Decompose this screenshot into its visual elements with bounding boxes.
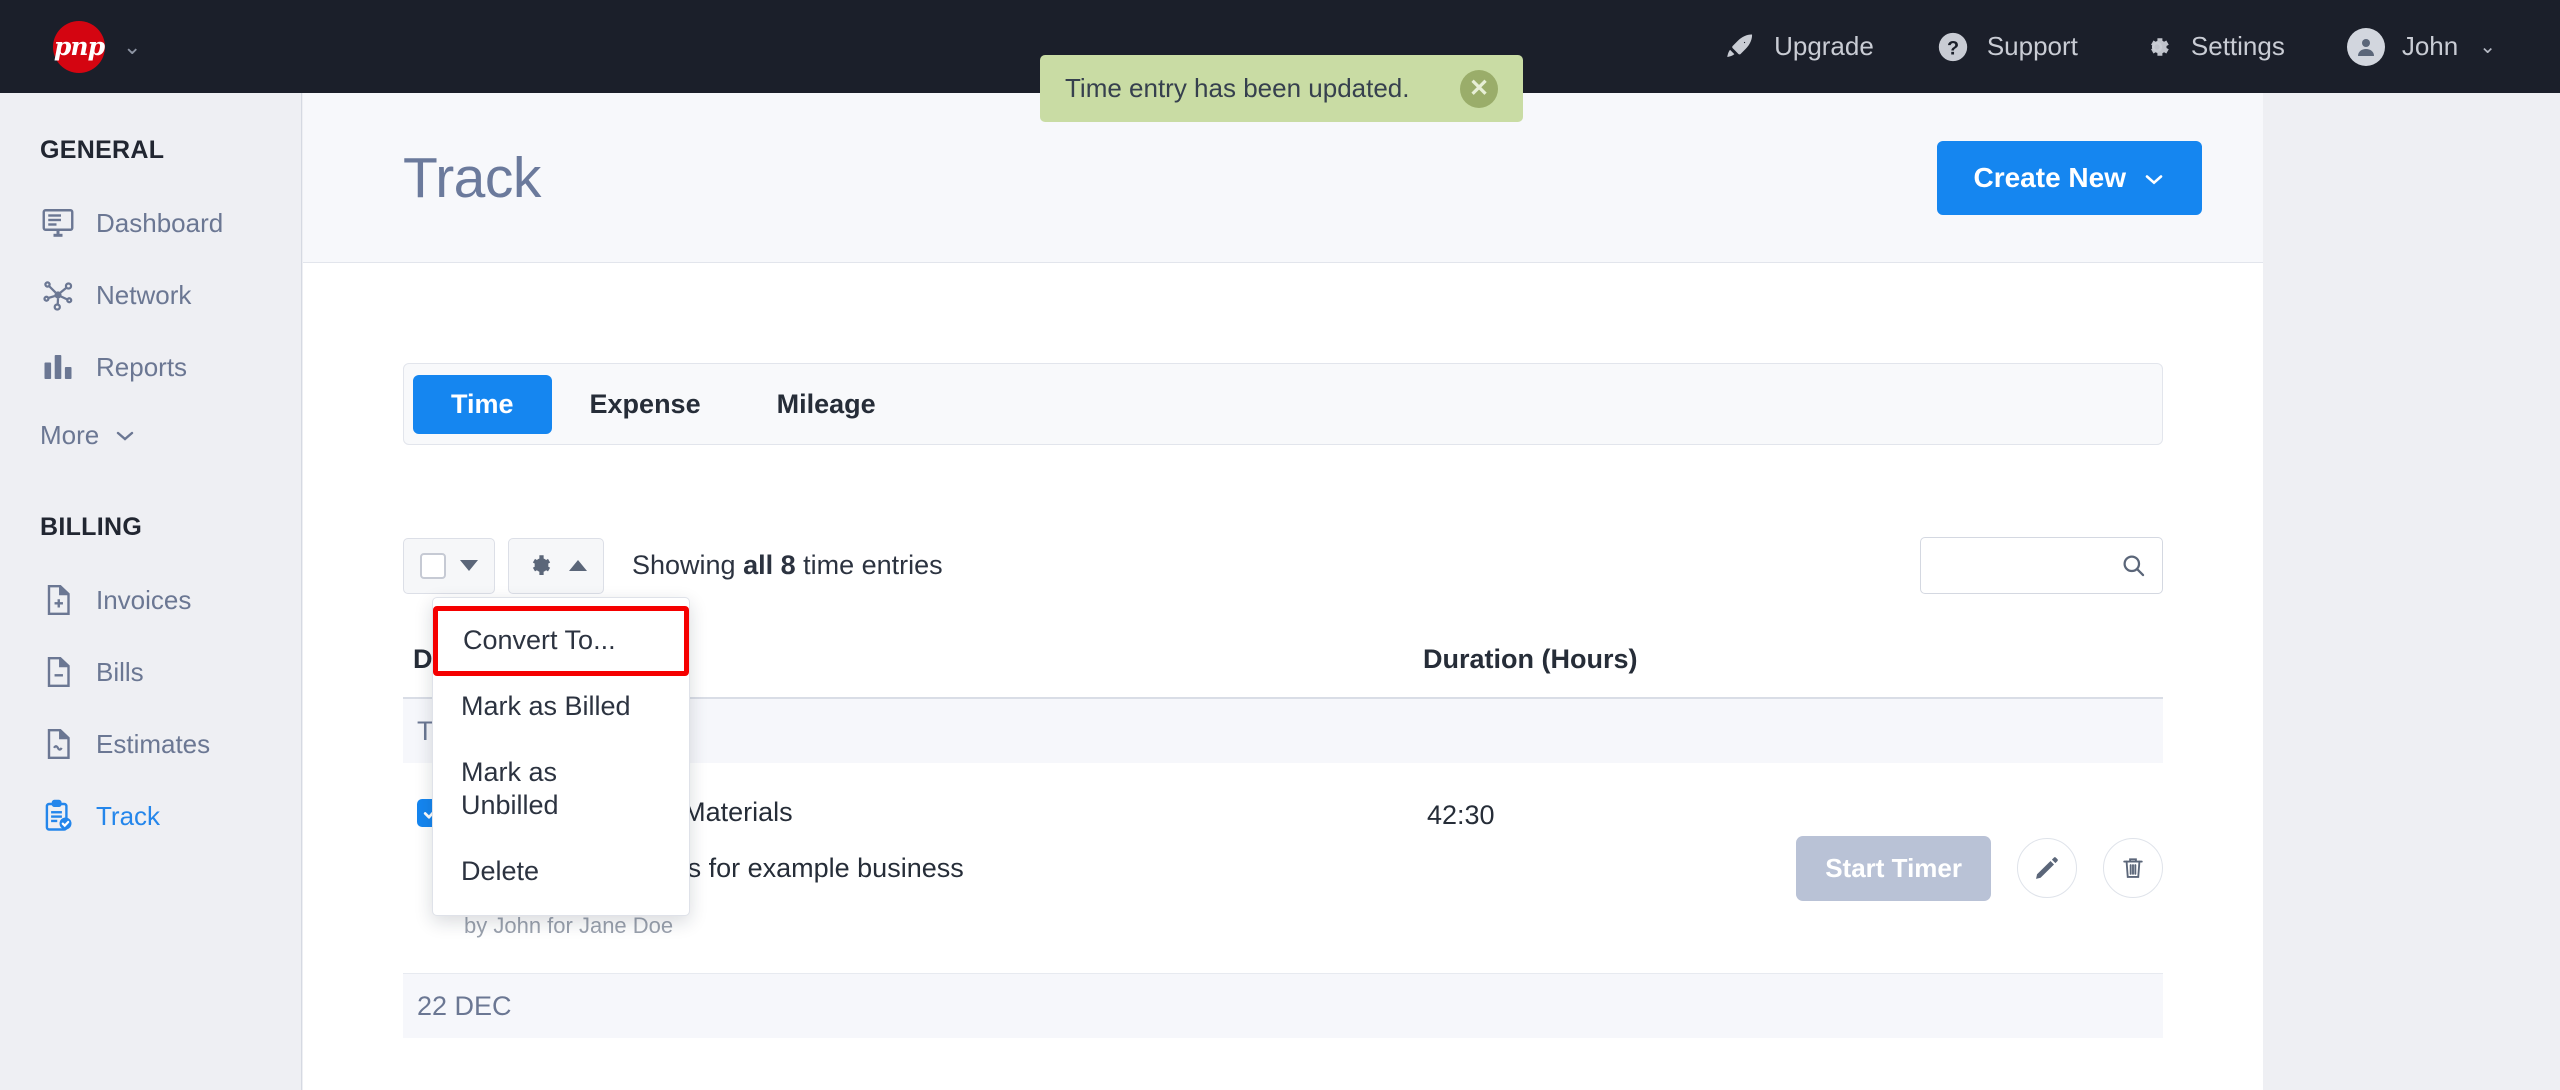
- sidebar-spacer: [0, 467, 301, 513]
- start-timer-button[interactable]: Start Timer: [1796, 836, 1991, 901]
- sidebar-item-dashboard[interactable]: Dashboard: [0, 187, 301, 259]
- create-new-button[interactable]: Create New: [1937, 141, 2202, 215]
- toast-message: Time entry has been updated.: [1065, 73, 1460, 104]
- pencil-icon: [2033, 854, 2061, 882]
- menu-item-delete[interactable]: Delete: [433, 839, 689, 905]
- date-group-header: 22 DEC: [403, 974, 2163, 1038]
- chevron-down-icon: [460, 560, 478, 571]
- sidebar-item-label: Dashboard: [96, 208, 223, 239]
- document-minus-icon: [40, 654, 76, 690]
- nav-item-upgrade[interactable]: Upgrade: [1723, 30, 1874, 64]
- document-plus-icon: [40, 582, 76, 618]
- clipboard-check-icon: [40, 798, 76, 834]
- pnp-logo-icon: pnp: [53, 21, 105, 73]
- showing-count-text: Showing all 8 time entries: [632, 550, 943, 581]
- select-all-checkbox[interactable]: [420, 553, 446, 579]
- entry-type-tabs: Time Expense Mileage: [403, 363, 2163, 445]
- nav-item-settings[interactable]: Settings: [2140, 30, 2285, 64]
- document-tilde-icon: [40, 726, 76, 762]
- track-content: Time Expense Mileage: [303, 263, 2263, 1038]
- page-title: Track: [403, 145, 541, 211]
- sidebar-item-network[interactable]: Network: [0, 259, 301, 331]
- gear-icon: [2140, 30, 2174, 64]
- chevron-down-icon: [2142, 162, 2166, 194]
- trash-icon: [2119, 854, 2147, 882]
- menu-item-convert-to[interactable]: Convert To...: [435, 608, 687, 674]
- sidebar-item-bills[interactable]: Bills: [0, 636, 301, 708]
- network-icon: [40, 277, 76, 313]
- entry-meta: by John for Jane Doe: [464, 913, 1427, 939]
- user-chevron-down-icon[interactable]: ⌄: [2479, 37, 2496, 57]
- toast-notification: Time entry has been updated. ✕: [1040, 55, 1523, 122]
- sidebar-item-track[interactable]: Track: [0, 780, 301, 852]
- question-circle-icon: ?: [1936, 30, 1970, 64]
- sidebar-item-label: Reports: [96, 352, 187, 383]
- column-header-duration: Duration (Hours): [1423, 644, 1637, 675]
- sidebar-item-reports[interactable]: Reports: [0, 331, 301, 403]
- sidebar-item-label: Track: [96, 801, 160, 832]
- brand-logo[interactable]: pnp ⌄: [53, 21, 141, 73]
- showing-strong: all 8: [743, 550, 796, 580]
- bar-chart-icon: [40, 349, 76, 385]
- sidebar-group-billing-title: BILLING: [40, 513, 301, 542]
- menu-item-mark-as-billed[interactable]: Mark as Billed: [433, 674, 689, 740]
- svg-text:?: ?: [1947, 37, 1959, 59]
- create-new-label: Create New: [1973, 162, 2126, 194]
- nav-label-user: John: [2402, 31, 2458, 62]
- nav-item-user[interactable]: John ⌄: [2347, 28, 2496, 66]
- tab-mileage[interactable]: Mileage: [739, 375, 914, 434]
- tab-time[interactable]: Time: [413, 375, 552, 434]
- showing-suffix: time entries: [796, 550, 943, 580]
- sidebar-item-estimates[interactable]: Estimates: [0, 708, 301, 780]
- sidebar-more-toggle[interactable]: More: [0, 403, 301, 467]
- bulk-action-controls: [403, 538, 604, 594]
- rocket-icon: [1723, 30, 1757, 64]
- gear-icon: [525, 551, 555, 581]
- avatar-icon: [2347, 28, 2385, 66]
- delete-button[interactable]: [2103, 838, 2163, 898]
- sidebar-item-invoices[interactable]: Invoices: [0, 564, 301, 636]
- brand-chevron-down-icon[interactable]: ⌄: [123, 36, 141, 58]
- monitor-icon: [40, 205, 76, 241]
- entry-duration: 42:30: [1427, 797, 1757, 939]
- list-toolbar: Showing all 8 time entries Convert To...…: [403, 537, 2163, 594]
- sidebar-item-label: Bills: [96, 657, 144, 688]
- search-icon[interactable]: [2120, 552, 2147, 579]
- edit-button[interactable]: [2017, 838, 2077, 898]
- navbar-actions: Upgrade ? Support Settings: [1723, 28, 2496, 66]
- sidebar: GENERAL Dashboard: [0, 93, 302, 1090]
- sidebar-item-label: Invoices: [96, 585, 191, 616]
- chevron-down-icon: [113, 420, 137, 451]
- entry-actions: Start Timer: [1796, 797, 2163, 939]
- sidebar-group-general-title: GENERAL: [40, 136, 301, 165]
- bulk-actions-menu: Convert To... Mark as Billed Mark as Unb…: [432, 597, 690, 916]
- menu-item-mark-as-unbilled[interactable]: Mark as Unbilled: [433, 740, 689, 840]
- nav-label-support: Support: [1987, 31, 2078, 62]
- sidebar-item-label: Network: [96, 280, 191, 311]
- select-all-dropdown[interactable]: [403, 538, 495, 594]
- close-icon[interactable]: ✕: [1460, 70, 1498, 108]
- showing-prefix: Showing: [632, 550, 743, 580]
- nav-label-upgrade: Upgrade: [1774, 31, 1874, 62]
- search-container: [1920, 537, 2163, 594]
- main-content: Track Create New Time Expense Mileage: [303, 93, 2263, 1090]
- sidebar-more-label: More: [40, 420, 99, 451]
- nav-label-settings: Settings: [2191, 31, 2285, 62]
- chevron-up-icon: [569, 560, 587, 571]
- sidebar-item-label: Estimates: [96, 729, 210, 760]
- bulk-actions-gear-button[interactable]: [508, 538, 604, 594]
- nav-item-support[interactable]: ? Support: [1936, 30, 2078, 64]
- tab-expense[interactable]: Expense: [552, 375, 739, 434]
